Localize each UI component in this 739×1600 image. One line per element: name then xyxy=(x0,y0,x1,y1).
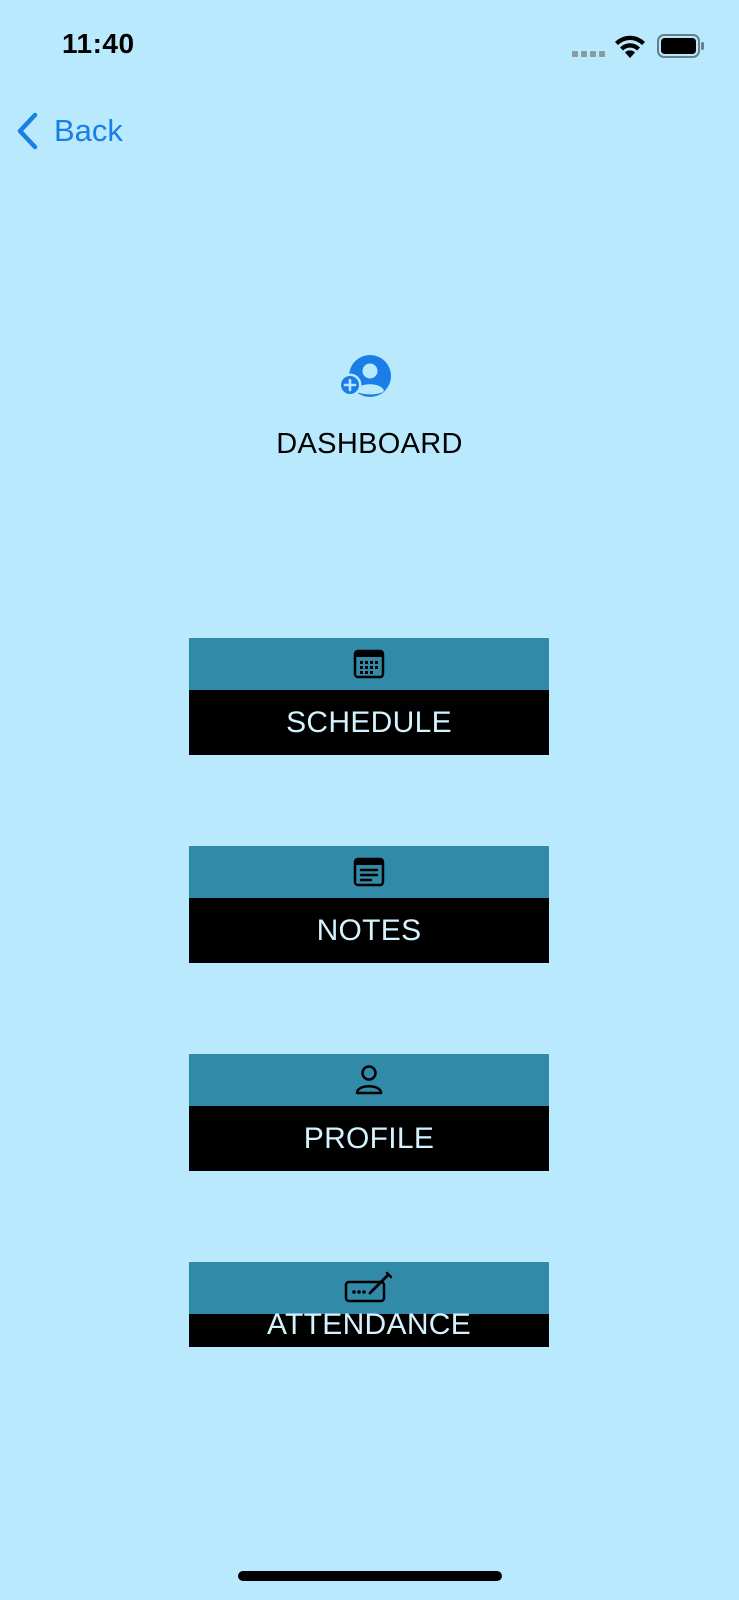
profile-label: PROFILE xyxy=(189,1106,549,1171)
notes-label: NOTES xyxy=(189,898,549,963)
profile-icon-band xyxy=(189,1054,549,1106)
signature-icon xyxy=(344,1271,393,1303)
page-title: DASHBOARD xyxy=(276,428,463,460)
schedule-button[interactable]: SCHEDULE xyxy=(189,638,549,755)
home-indicator[interactable] xyxy=(238,1571,502,1581)
notes-icon xyxy=(353,857,385,887)
back-button[interactable]: Back xyxy=(14,108,123,154)
attendance-icon-band xyxy=(189,1262,549,1314)
calendar-icon xyxy=(353,649,385,679)
notes-icon-band xyxy=(189,846,549,898)
status-bar: 11:40 xyxy=(0,0,739,95)
person-add-icon xyxy=(339,355,391,397)
schedule-label: SCHEDULE xyxy=(189,690,549,755)
back-label: Back xyxy=(54,113,123,148)
person-icon xyxy=(355,1065,383,1095)
schedule-icon-band xyxy=(189,638,549,690)
status-time: 11:40 xyxy=(62,28,135,59)
profile-button[interactable]: PROFILE xyxy=(189,1054,549,1171)
attendance-button[interactable]: ATTENDANCE xyxy=(189,1262,549,1347)
wifi-icon xyxy=(615,35,645,58)
attendance-label: ATTENDANCE xyxy=(266,1308,472,1341)
battery-icon xyxy=(657,34,704,58)
notes-button[interactable]: NOTES xyxy=(189,846,549,963)
cellular-signal-icon xyxy=(572,51,605,57)
attendance-label-band: ATTENDANCE xyxy=(189,1308,549,1347)
chevron-left-icon xyxy=(17,112,38,150)
